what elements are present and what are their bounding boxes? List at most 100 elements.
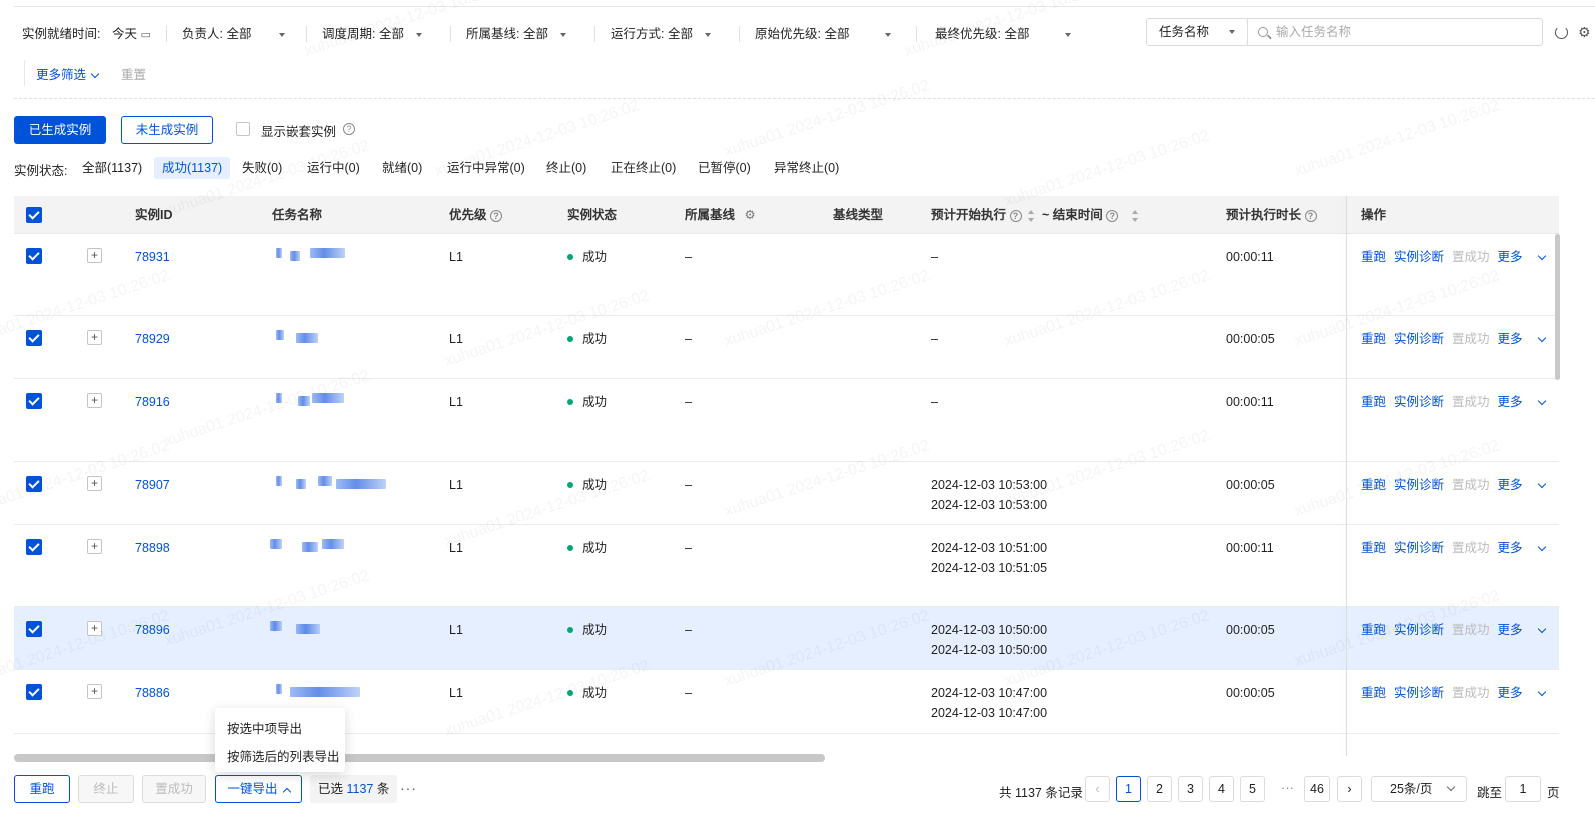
row-checkbox[interactable] xyxy=(26,330,42,346)
table-row[interactable]: +78898 L1 成功 – 2024-12-03 10:51:00 2024-12-03… xyxy=(14,525,1559,607)
jump-page-input[interactable]: 1 xyxy=(1505,776,1541,802)
show-nested-checkbox[interactable] xyxy=(236,122,250,136)
reset-button[interactable]: 重置 xyxy=(121,64,146,83)
help-icon[interactable]: ? xyxy=(343,123,355,135)
status-tab[interactable]: 正在终止(0) xyxy=(603,157,684,179)
expand-row-icon[interactable]: + xyxy=(87,684,102,699)
row-checkbox[interactable] xyxy=(26,539,42,555)
refresh-icon[interactable] xyxy=(1555,26,1568,39)
help-icon[interactable]: ? xyxy=(1009,209,1022,222)
row-checkbox[interactable] xyxy=(26,476,42,492)
table-row[interactable]: +78916 L1 成功 – – 00:00:11 重跑 实例诊断 置成功 更多 xyxy=(14,379,1559,462)
page-number[interactable]: 3 xyxy=(1178,776,1203,802)
run-mode-filter[interactable]: 运行方式: 全部 xyxy=(611,18,711,50)
page-ellipsis[interactable]: ··· xyxy=(1281,780,1294,795)
rerun-link[interactable]: 重跑 xyxy=(1361,623,1386,637)
more-link[interactable]: 更多 xyxy=(1498,686,1553,700)
next-page-button[interactable]: › xyxy=(1337,776,1362,802)
expand-row-icon[interactable]: + xyxy=(87,621,102,636)
vertical-scrollbar[interactable] xyxy=(1555,234,1560,380)
help-icon[interactable]: ? xyxy=(1304,209,1317,222)
set-success-link[interactable]: 置成功 xyxy=(1452,332,1490,346)
rerun-link[interactable]: 重跑 xyxy=(1361,395,1386,409)
gear-icon[interactable]: ⚙ xyxy=(1578,24,1591,40)
rerun-link[interactable]: 重跑 xyxy=(1361,686,1386,700)
diagnose-link[interactable]: 实例诊断 xyxy=(1394,250,1444,264)
ready-time-picker[interactable]: 今天 ▭ xyxy=(112,18,151,50)
diagnose-link[interactable]: 实例诊断 xyxy=(1394,395,1444,409)
instance-id-link[interactable]: 78907 xyxy=(135,475,170,495)
page-number[interactable]: 1 xyxy=(1116,776,1141,802)
status-tab[interactable]: 运行中(0) xyxy=(299,157,368,179)
table-row[interactable]: +78907 L1 成功 – 2024-12-03 10:53:00 2024-12-03… xyxy=(14,462,1559,525)
instance-id-link[interactable]: 78931 xyxy=(135,247,170,267)
more-link[interactable]: 更多 xyxy=(1498,332,1553,346)
export-filtered-item[interactable]: 按筛选后的列表导出 xyxy=(227,746,340,765)
prev-page-button[interactable]: ‹ xyxy=(1085,776,1110,802)
export-selected-item[interactable]: 按选中项导出 xyxy=(227,718,302,737)
gear-icon[interactable]: ⚙ xyxy=(745,208,756,222)
more-filter-button[interactable]: 更多筛选 xyxy=(36,64,100,83)
cycle-filter[interactable]: 调度周期: 全部 xyxy=(322,18,422,50)
expand-row-icon[interactable]: + xyxy=(87,330,102,345)
horizontal-scrollbar[interactable] xyxy=(14,754,825,762)
status-tab[interactable]: 运行中异常(0) xyxy=(439,157,533,179)
rerun-link[interactable]: 重跑 xyxy=(1361,250,1386,264)
page-number[interactable]: 2 xyxy=(1147,776,1172,802)
row-checkbox[interactable] xyxy=(26,393,42,409)
expand-row-icon[interactable]: + xyxy=(87,248,102,263)
instance-id-link[interactable]: 78898 xyxy=(135,538,170,558)
more-link[interactable]: 更多 xyxy=(1498,541,1553,555)
orig-priority-filter[interactable]: 原始优先级: 全部 xyxy=(755,18,892,50)
status-tab[interactable]: 终止(0) xyxy=(538,157,594,179)
generated-instances-button[interactable]: 已生成实例 xyxy=(14,116,106,144)
diagnose-link[interactable]: 实例诊断 xyxy=(1394,541,1444,555)
diagnose-link[interactable]: 实例诊断 xyxy=(1394,478,1444,492)
status-tab[interactable]: 已暂停(0) xyxy=(690,157,759,179)
owner-filter[interactable]: 负责人: 全部 xyxy=(182,18,286,50)
page-number[interactable]: 5 xyxy=(1240,776,1265,802)
row-checkbox[interactable] xyxy=(26,248,42,264)
row-checkbox[interactable] xyxy=(26,621,42,637)
set-success-link[interactable]: 置成功 xyxy=(1452,623,1490,637)
more-link[interactable]: 更多 xyxy=(1498,623,1553,637)
search-input[interactable]: 输入任务名称 xyxy=(1247,18,1543,46)
table-row[interactable]: +78931 L1 成功 – – 00:00:11 重跑 实例诊断 置成功 更多 xyxy=(14,234,1559,316)
page-number[interactable]: 4 xyxy=(1209,776,1234,802)
more-actions-icon[interactable]: ··· xyxy=(400,780,417,796)
instance-id-link[interactable]: 78896 xyxy=(135,620,170,640)
table-row[interactable]: +78929 L1 成功 – – 00:00:05 重跑 实例诊断 置成功 更多 xyxy=(14,316,1559,379)
col-start-time[interactable]: 预计开始执行 ? ~ 结束时间 ? xyxy=(931,196,1139,234)
batch-set-success-button[interactable]: 置成功 xyxy=(142,775,206,803)
instance-id-link[interactable]: 78886 xyxy=(135,683,170,703)
set-success-link[interactable]: 置成功 xyxy=(1452,395,1490,409)
rerun-link[interactable]: 重跑 xyxy=(1361,541,1386,555)
rerun-link[interactable]: 重跑 xyxy=(1361,332,1386,346)
expand-row-icon[interactable]: + xyxy=(87,539,102,554)
select-all-checkbox[interactable] xyxy=(26,207,42,223)
more-link[interactable]: 更多 xyxy=(1498,478,1553,492)
rerun-link[interactable]: 重跑 xyxy=(1361,478,1386,492)
more-link[interactable]: 更多 xyxy=(1498,250,1553,264)
set-success-link[interactable]: 置成功 xyxy=(1452,686,1490,700)
set-success-link[interactable]: 置成功 xyxy=(1452,541,1490,555)
page-size-select[interactable]: 25条/页 xyxy=(1371,776,1467,802)
table-row[interactable]: +78896 L1 成功 – 2024-12-03 10:50:00 2024-12-03… xyxy=(14,607,1559,670)
status-tab[interactable]: 异常终止(0) xyxy=(766,157,847,179)
batch-stop-button[interactable]: 终止 xyxy=(78,775,134,803)
diagnose-link[interactable]: 实例诊断 xyxy=(1394,623,1444,637)
set-success-link[interactable]: 置成功 xyxy=(1452,478,1490,492)
export-button[interactable]: 一键导出 xyxy=(215,775,302,803)
baseline-filter[interactable]: 所属基线: 全部 xyxy=(466,18,566,50)
not-generated-instances-button[interactable]: 未生成实例 xyxy=(121,116,213,144)
expand-row-icon[interactable]: + xyxy=(87,393,102,408)
status-tab[interactable]: 就绪(0) xyxy=(374,157,430,179)
help-icon[interactable]: ? xyxy=(490,209,502,222)
status-tab[interactable]: 全部(1137) xyxy=(74,157,150,179)
status-tab[interactable]: 成功(1137) xyxy=(154,157,231,179)
diagnose-link[interactable]: 实例诊断 xyxy=(1394,686,1444,700)
more-link[interactable]: 更多 xyxy=(1498,395,1553,409)
row-checkbox[interactable] xyxy=(26,684,42,700)
batch-rerun-button[interactable]: 重跑 xyxy=(14,775,70,803)
search-field-select[interactable]: 任务名称 xyxy=(1146,18,1248,46)
